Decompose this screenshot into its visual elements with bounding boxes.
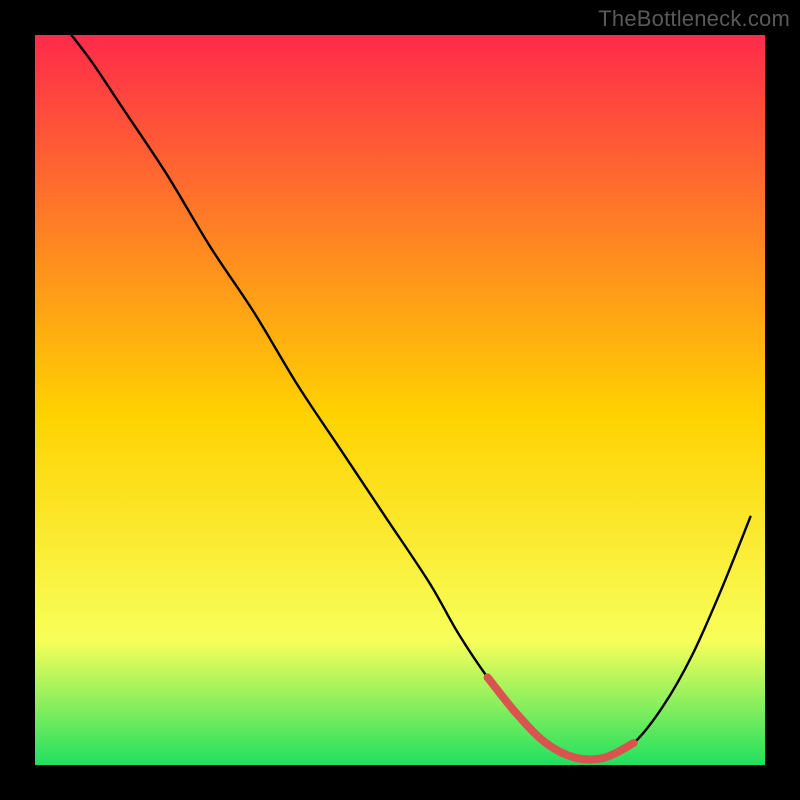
- gradient-background: [35, 35, 765, 765]
- chart-svg: [35, 35, 765, 765]
- plot-area: [35, 35, 765, 765]
- watermark-text: TheBottleneck.com: [598, 6, 790, 32]
